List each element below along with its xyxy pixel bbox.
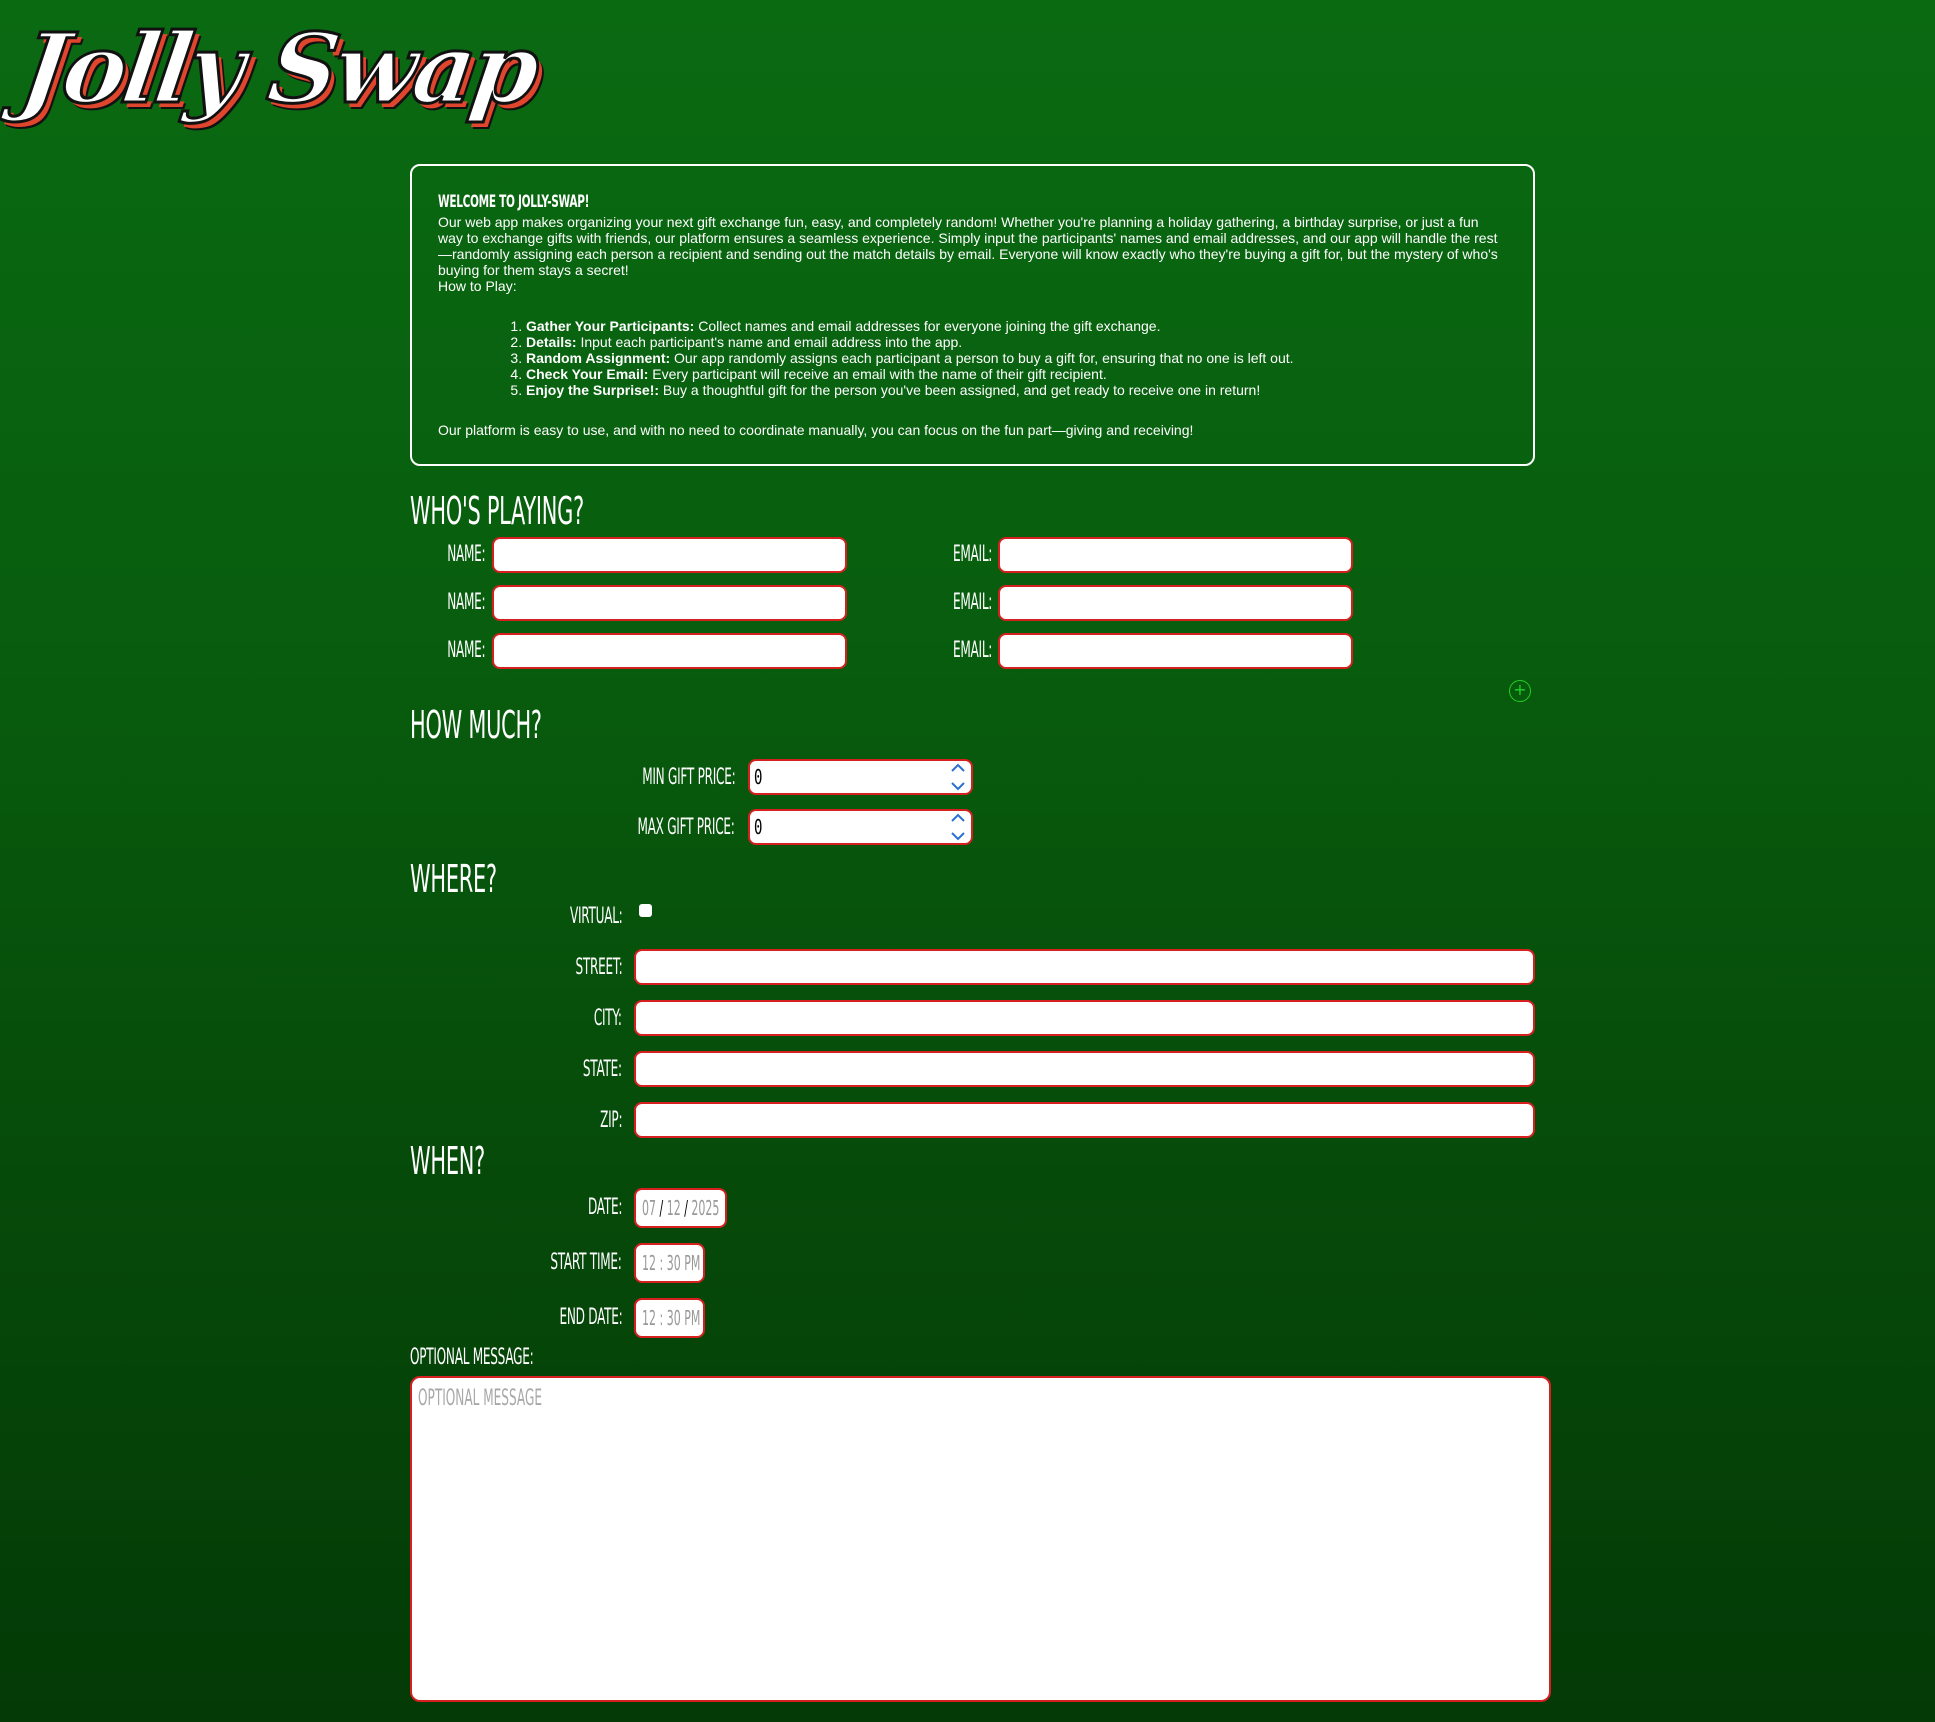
optional-message-placeholder: Optional Message — [418, 1386, 542, 1411]
step-item: Details: Input each participant's name a… — [526, 334, 1507, 350]
participant-name-input-3[interactable] — [492, 633, 847, 669]
max-price-spinner[interactable] — [949, 812, 967, 842]
date-label: Date: — [587, 1195, 622, 1220]
step-item: Enjoy the Surprise!: Buy a thoughtful gi… — [526, 382, 1507, 398]
how-to-play-heading: How to Play: — [438, 278, 517, 294]
steps-list: Gather Your Participants: Collect names … — [438, 318, 1507, 398]
date-day[interactable]: 12 — [667, 1196, 681, 1220]
end-time-value: 12 : 30 PM — [642, 1306, 701, 1330]
city-input[interactable] — [634, 1000, 1535, 1036]
name-label: Name: — [446, 542, 485, 567]
participant-name-input-2[interactable] — [492, 585, 847, 621]
name-label: Name: — [446, 590, 485, 615]
virtual-checkbox[interactable] — [639, 904, 652, 917]
max-price-value: 0 — [754, 815, 763, 839]
zip-label: Zip: — [599, 1108, 622, 1133]
name-label: Name: — [446, 638, 485, 663]
intro-paragraph: Our web app makes organizing your next g… — [438, 214, 1498, 278]
chevron-down-icon — [951, 782, 965, 791]
start-time-input[interactable]: 12 : 30 PM — [634, 1243, 705, 1283]
start-time-label: Start Time: — [550, 1250, 623, 1275]
where-section-title: Where? — [410, 857, 497, 901]
date-month[interactable]: 07 — [642, 1196, 656, 1220]
step-item: Gather Your Participants: Collect names … — [526, 318, 1507, 334]
when-section-title: When? — [410, 1139, 485, 1183]
min-price-input[interactable]: 0 — [748, 759, 973, 795]
max-price-input[interactable]: 0 — [748, 809, 973, 845]
date-input[interactable]: 07 / 12 / 2025 — [634, 1188, 727, 1228]
players-section-title: Who's Playing? — [410, 489, 584, 533]
date-year[interactable]: 2025 — [691, 1196, 719, 1220]
state-input[interactable] — [634, 1051, 1535, 1087]
city-label: City: — [594, 1006, 622, 1031]
step-item: Random Assignment: Our app randomly assi… — [526, 350, 1507, 366]
min-price-value: 0 — [754, 765, 763, 789]
chevron-down-icon — [951, 832, 965, 841]
chevron-up-icon — [951, 813, 965, 822]
max-price-label: Max Gift Price: — [637, 815, 735, 840]
email-label: Email: — [952, 542, 992, 567]
street-label: Street: — [575, 955, 622, 980]
participant-email-input-1[interactable] — [998, 537, 1353, 573]
price-section-title: How Much? — [410, 703, 542, 747]
plus-circle-icon: + — [1513, 680, 1527, 699]
participant-email-input-2[interactable] — [998, 585, 1353, 621]
street-input[interactable] — [634, 949, 1535, 985]
min-price-spinner[interactable] — [949, 762, 967, 792]
participant-email-input-3[interactable] — [998, 633, 1353, 669]
participant-name-input-1[interactable] — [492, 537, 847, 573]
intro-closing: Our platform is easy to use, and with no… — [438, 422, 1194, 438]
end-time-label: End Date: — [559, 1305, 622, 1330]
chevron-up-icon — [951, 763, 965, 772]
intro-panel: Welcome to Jolly-Swap! Our web app makes… — [410, 164, 1535, 466]
end-time-input[interactable]: 12 : 30 PM — [634, 1298, 705, 1338]
add-participant-button[interactable]: + — [1509, 680, 1531, 702]
min-price-label: Min Gift Price: — [641, 765, 735, 790]
zip-input[interactable] — [634, 1102, 1535, 1138]
email-label: Email: — [952, 590, 992, 615]
state-label: State: — [583, 1057, 622, 1082]
intro-title: Welcome to Jolly-Swap! — [438, 192, 590, 212]
virtual-label: Virtual: — [569, 904, 622, 929]
app-logo: Jolly Swap — [13, 11, 545, 127]
start-time-value: 12 : 30 PM — [642, 1251, 701, 1275]
step-item: Check Your Email: Every participant will… — [526, 366, 1507, 382]
optional-message-textarea[interactable]: Optional Message — [410, 1376, 1551, 1702]
email-label: Email: — [952, 638, 992, 663]
optional-message-label: Optional Message: — [410, 1345, 534, 1370]
